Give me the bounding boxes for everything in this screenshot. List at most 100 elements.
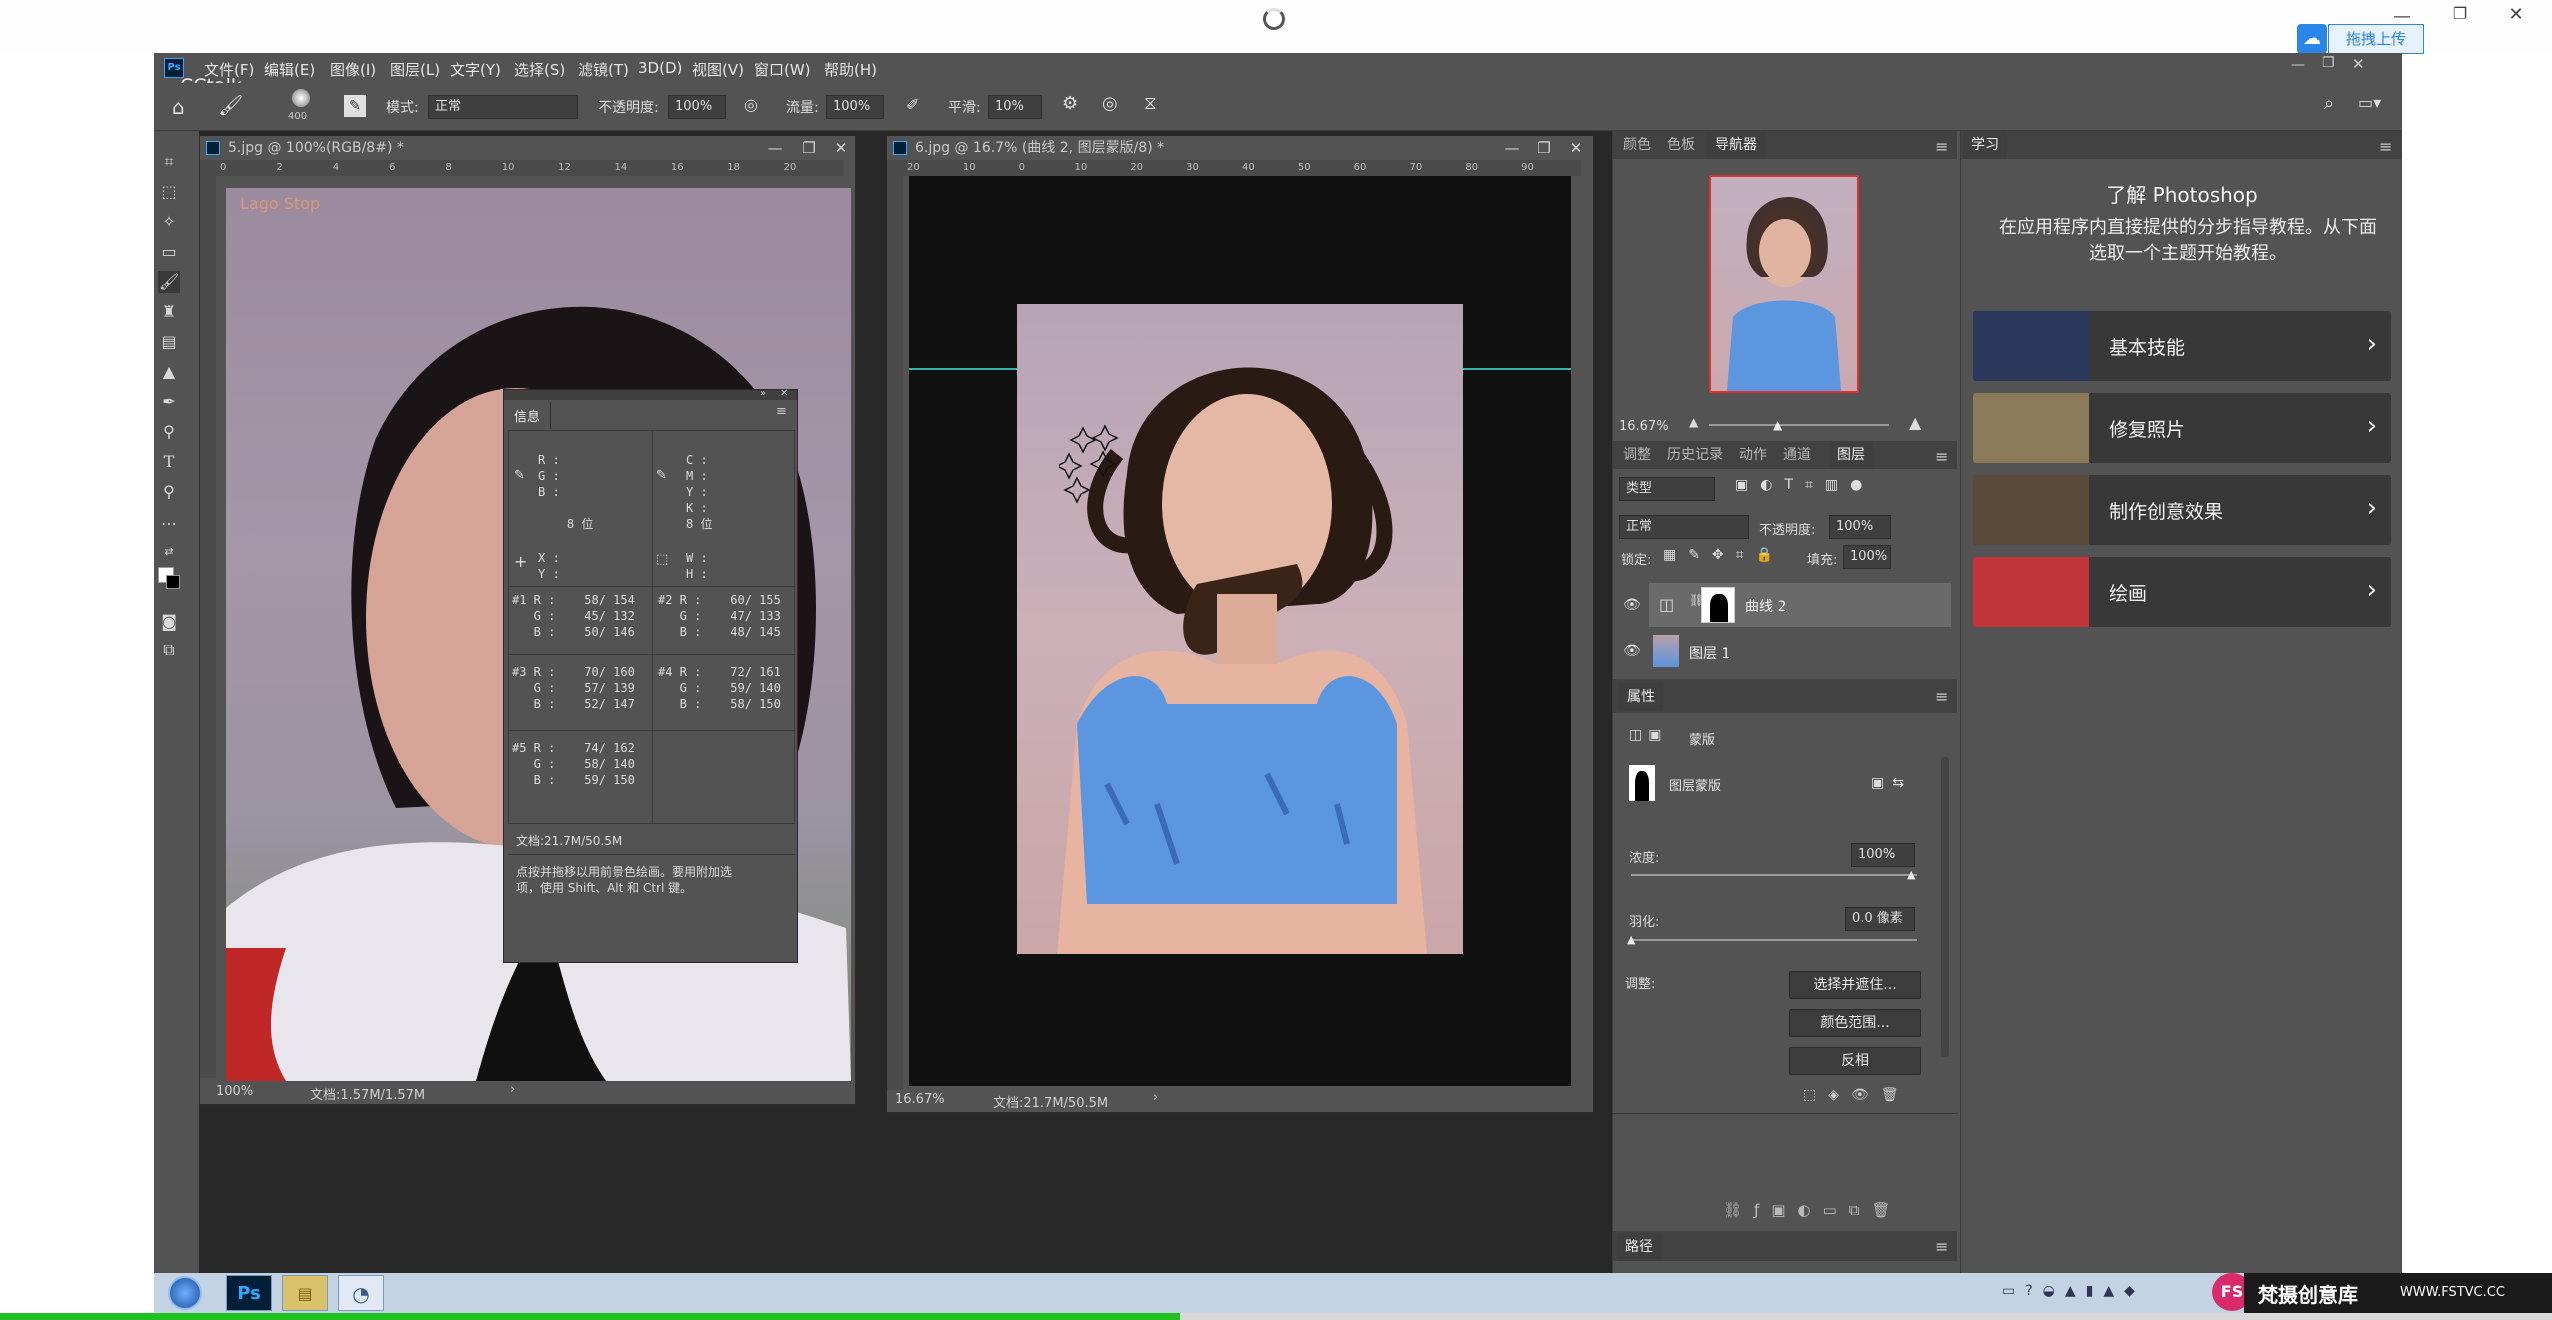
zoom-slider-thumb[interactable]: ▲ [1773,418,1782,432]
ps-minimize-icon[interactable]: — [2291,57,2305,73]
crop-tool-icon[interactable]: ⌗ [158,151,180,173]
tab-properties[interactable]: 属性 [1619,683,1663,711]
feather-slider[interactable]: ▲ [1627,933,1917,946]
fill-field[interactable]: 100% [1843,545,1891,569]
menu-item[interactable]: 选择(S) [514,59,565,80]
sharpen-tool-icon[interactable]: ▲ [158,361,180,383]
tutorial-card[interactable]: 制作创意效果 › [1973,475,2391,545]
tab-color[interactable]: 颜色 [1623,131,1651,159]
layer-name[interactable]: 曲线 2 [1745,596,1786,616]
doc2-close-icon[interactable]: ✕ [1563,136,1589,160]
doc1-minimize-icon[interactable]: — [762,136,788,160]
path-selection-icon[interactable]: ⚲ [158,421,180,443]
navigator-thumbnail[interactable] [1709,175,1859,393]
tutorial-card[interactable]: 基本技能 › [1973,311,2391,381]
gradient-tool-icon[interactable]: ▤ [158,331,180,353]
blend-mode-select[interactable]: 正常 [1619,515,1749,539]
more-tools-icon[interactable]: ⋯ [158,513,180,535]
ps-restore-icon[interactable]: ❐ [2322,55,2335,71]
props-scrollbar[interactable] [1941,757,1949,1057]
upload-button[interactable]: 拖拽上传 [2328,24,2424,54]
doc2-title[interactable]: 6.jpg @ 16.7% (曲线 2, 图层蒙版/8) * [887,136,1593,160]
tab-adjustments[interactable]: 调整 [1623,441,1651,469]
tab-actions[interactable]: 动作 [1739,441,1767,469]
menu-item[interactable]: 编辑(E) [264,59,315,80]
pressure-size-icon[interactable]: ◎ [1102,93,1118,114]
density-slider-thumb[interactable]: ▲ [1907,868,1915,881]
mask-type-icons[interactable]: ◫▣ [1629,727,1667,743]
tutorial-card[interactable]: 修复照片 › [1973,393,2391,463]
apply-mask-icons[interactable]: ▣⇆ [1871,775,1912,791]
flow-field[interactable]: 100% [826,95,884,119]
visibility-eye-icon[interactable]: 👁 [1623,643,1641,659]
doc1-restore-icon[interactable]: ❐ [796,136,822,160]
start-button-icon[interactable] [168,1276,202,1310]
pressure-opacity-icon[interactable]: ◎ [744,95,758,114]
stamp-tool-icon[interactable]: ♜ [158,301,180,323]
pen-tool-icon[interactable]: ✒ [158,391,180,413]
minimize-icon[interactable]: — [2392,6,2412,27]
menu-item[interactable]: 视图(V) [692,59,744,80]
layers-footer-icons[interactable]: ⛓ƒ▣◐▭⧉🗑 [1723,1201,1903,1219]
magic-wand-icon[interactable]: ✧ [158,211,180,233]
doc2-zoom[interactable]: 16.67% [895,1092,945,1107]
menu-item[interactable]: 图像(I) [330,59,376,80]
feather-slider-thumb[interactable]: ▲ [1627,933,1635,946]
density-slider[interactable]: ▲ [1631,868,1917,881]
tab-channels[interactable]: 通道 [1783,441,1811,469]
info-collapse-icon[interactable]: » [760,388,766,399]
menu-item[interactable]: 窗口(W) [754,59,811,80]
menu-item[interactable]: 文件(F) [204,59,254,80]
brush-preset-picker[interactable]: 400 [282,89,322,125]
taskbar-photoshop-icon[interactable]: Ps [226,1275,272,1311]
swap-colors-icon[interactable]: ⇄ [158,541,180,563]
taskbar-explorer-icon[interactable]: ▤ [282,1275,328,1311]
info-close-icon[interactable]: ✕ [780,388,788,399]
doc2-status-arrow-icon[interactable]: › [1153,1090,1158,1105]
density-field[interactable]: 100% [1851,843,1915,867]
gear-icon[interactable]: ⚙ [1062,93,1078,114]
doc1-status-arrow-icon[interactable]: › [510,1082,515,1097]
layer-row[interactable]: ◫ ⛓ 曲线 2 [1649,583,1951,627]
tab-swatches[interactable]: 色板 [1667,131,1695,159]
airbrush-icon[interactable]: ✐ [906,95,919,114]
learn-menu-icon[interactable]: ≡ [2379,137,2392,156]
color-range-button[interactable]: 颜色范围... [1789,1009,1921,1037]
upload-button[interactable] [1297,22,1425,56]
tab-learn[interactable]: 学习 [1963,131,2007,159]
visibility-eye-icon[interactable]: 👁 [1623,597,1641,613]
tab-history[interactable]: 历史记录 [1667,441,1723,469]
info-menu-icon[interactable]: ≡ [776,404,787,419]
menu-item[interactable]: 滤镜(T) [578,59,629,80]
info-panel-grip[interactable] [504,390,797,400]
mode-select[interactable]: 正常 [428,95,578,119]
doc2-canvas[interactable] [909,176,1571,1086]
tutorial-card[interactable]: 绘画 › [1973,557,2391,627]
opacity-field[interactable]: 100% [668,95,726,119]
workspace-switcher-icon[interactable]: ▭▾ [2358,93,2381,112]
doc1-title[interactable]: 5.jpg @ 100%(RGB/8#) * [200,136,855,160]
tab-layers[interactable]: 图层 [1829,441,1873,469]
invert-button[interactable]: 反相 [1789,1047,1921,1075]
brush-settings-icon[interactable]: ✎ [344,95,366,117]
menu-item[interactable]: 3D(D) [638,59,682,77]
navigator-zoom-slider[interactable] [1709,424,1889,426]
filter-icons[interactable]: ▣◐T⌗▥● [1735,477,1874,493]
layer-filter-kind[interactable]: 类型 [1619,477,1715,501]
marquee-tool-icon[interactable]: ⬚ [158,181,180,203]
tab-navigator[interactable]: 导航器 [1707,131,1765,159]
smoothing-field[interactable]: 10% [988,95,1042,119]
rectangle-tool-icon[interactable]: ▭ [158,241,180,263]
nav-menu-icon[interactable]: ≡ [1935,137,1948,156]
screen-mode-icon[interactable]: ⧉ [158,639,180,661]
doc2-minimize-icon[interactable]: — [1499,136,1525,160]
symmetry-icon[interactable]: ⧖ [1144,93,1157,114]
layers-menu-icon[interactable]: ≡ [1935,447,1948,466]
doc2-restore-icon[interactable]: ❐ [1531,136,1557,160]
paths-menu-icon[interactable]: ≡ [1935,1237,1948,1256]
zoom-out-icon[interactable]: ▲ [1689,415,1698,429]
doc1-close-icon[interactable]: ✕ [828,136,854,160]
brush-tool-icon[interactable]: 🖌 [158,271,180,293]
menu-item[interactable]: 图层(L) [390,59,440,80]
tray-icons[interactable]: ▭?◒▲▮▲◆ [2002,1283,2145,1299]
